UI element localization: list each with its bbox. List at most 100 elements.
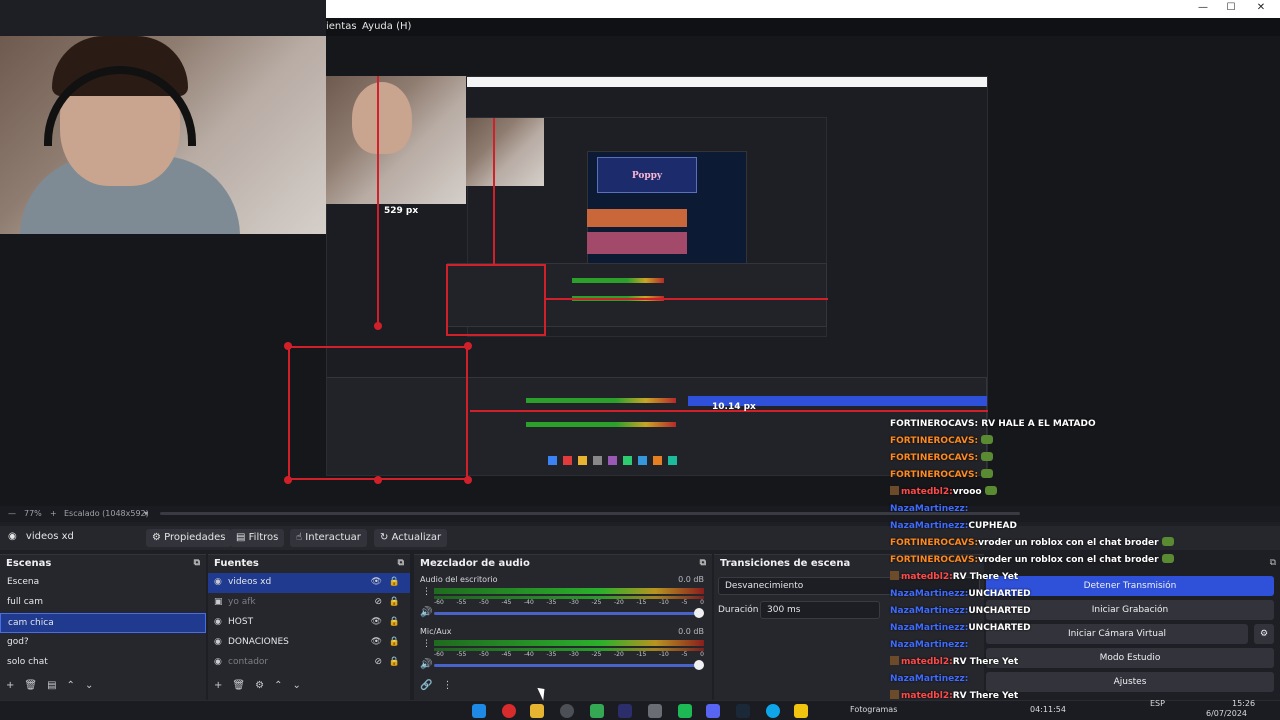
more-icon[interactable]: ⋮ <box>422 639 431 649</box>
meter-ticks: -60 -55 -50 -45 -40 -35 -30 -25 -20 -15 -10 -5 0 <box>434 651 704 658</box>
scene-item[interactable]: cam chica <box>0 613 206 633</box>
trash-icon[interactable]: 🗑 <box>232 680 245 694</box>
app-green-icon[interactable] <box>678 704 692 718</box>
emote-icon <box>984 486 997 495</box>
discord-icon[interactable] <box>706 704 720 718</box>
scene-item[interactable]: full cam <box>0 593 206 613</box>
clock-date[interactable]: 6/07/2024 <box>1206 709 1247 718</box>
filters-button[interactable]: ▤ Filtros <box>230 529 285 547</box>
more-icon[interactable]: ⋮ <box>442 680 452 694</box>
app-yellow-icon[interactable] <box>794 704 808 718</box>
lock-icon[interactable]: 🔒 <box>389 657 400 667</box>
properties-button[interactable]: ⚙ Propiedades <box>146 529 232 547</box>
scene-item[interactable]: solo chat <box>0 653 206 673</box>
obs-icon[interactable] <box>560 704 574 718</box>
float-icon[interactable]: ⧉ <box>1270 558 1276 568</box>
chevron-down-icon[interactable]: ▾ <box>144 509 148 518</box>
webcam-feed <box>0 36 326 234</box>
app-icon[interactable] <box>648 704 662 718</box>
lock-icon[interactable]: 🔒 <box>389 637 400 647</box>
eye-icon[interactable]: 👁 <box>371 577 382 587</box>
virtual-cam-settings-icon[interactable]: ⚙ <box>1254 624 1274 644</box>
eye-icon[interactable]: 👁 <box>371 617 382 627</box>
channel-db: 0.0 dB <box>678 575 704 584</box>
menu-help[interactable]: Ayuda (H) <box>362 21 411 32</box>
source-label: HOST <box>228 617 254 627</box>
monitor-icon: ◉ <box>214 617 222 627</box>
more-icon[interactable]: ⋮ <box>422 587 431 597</box>
transform-handle[interactable] <box>464 476 472 484</box>
thumbnail-strip <box>587 232 687 254</box>
lock-icon[interactable]: 🔒 <box>389 617 400 627</box>
speaker-icon[interactable]: 🔊 <box>420 659 432 670</box>
eye-icon[interactable]: 👁 <box>371 637 382 647</box>
duration-label: Duración <box>718 605 759 615</box>
chat-username: matedbl2: <box>901 657 953 667</box>
filter-icon[interactable]: ▤ <box>47 680 56 694</box>
edge-icon[interactable] <box>766 704 780 718</box>
windows-start-icon[interactable] <box>472 704 486 718</box>
eye-hidden-icon[interactable]: ⊘ <box>374 657 382 667</box>
volume-slider[interactable] <box>434 660 704 670</box>
scale-label[interactable]: Escalado (1048x592) <box>64 509 149 518</box>
eye-hidden-icon[interactable]: ⊘ <box>374 597 382 607</box>
source-label: contador <box>228 657 269 667</box>
folder-icon[interactable] <box>530 704 544 718</box>
maximize-icon[interactable]: ☐ <box>1224 2 1238 14</box>
arrow-up-icon[interactable]: ⌃ <box>67 680 75 694</box>
clock-time[interactable]: 15:26 <box>1232 699 1255 708</box>
lock-icon[interactable]: 🔒 <box>389 577 400 587</box>
chat-message: FORTINEROCAVS:vroder un roblox con el ch… <box>890 552 1174 569</box>
add-icon[interactable]: + <box>214 680 222 694</box>
chat-message: NazaMartinezz:UNCHARTED <box>890 586 1174 603</box>
interact-button[interactable]: ☝ Interactuar <box>290 529 367 547</box>
source-item[interactable]: ▣ yo afk ⊘ 🔒 <box>208 593 410 613</box>
float-icon[interactable]: ⧉ <box>398 558 404 568</box>
arrow-down-icon[interactable]: ⌄ <box>292 680 300 694</box>
source-item[interactable]: ◉ contador ⊘ 🔒 <box>208 653 410 673</box>
chat-message: NazaMartinezz:UNCHARTED <box>890 620 1174 637</box>
source-label: videos xd <box>228 577 272 587</box>
plus-icon[interactable]: + <box>50 509 57 518</box>
minus-icon[interactable]: — <box>8 509 16 518</box>
transform-handle[interactable] <box>284 476 292 484</box>
add-icon[interactable]: + <box>6 680 14 694</box>
float-icon[interactable]: ⧉ <box>194 558 200 568</box>
transform-handle[interactable] <box>374 322 382 330</box>
meter-ticks: -60 -55 -50 -45 -40 -35 -30 -25 -20 -15 -10 -5 0 <box>434 599 704 606</box>
volume-slider[interactable] <box>434 608 704 618</box>
guide-line-vertical <box>377 76 379 326</box>
emote-icon <box>981 469 994 478</box>
minimize-icon[interactable]: — <box>1196 2 1210 14</box>
refresh-button[interactable]: ↻ Actualizar <box>374 529 448 547</box>
close-icon[interactable]: ✕ <box>1254 2 1268 14</box>
gear-icon[interactable]: ⚙ <box>255 680 264 694</box>
arrow-up-icon[interactable]: ⌃ <box>274 680 282 694</box>
source-item[interactable]: ◉ HOST 👁 🔒 <box>208 613 410 633</box>
scene-item[interactable]: god? <box>0 633 206 653</box>
source-item[interactable]: ◉ videos xd 👁 🔒 <box>208 573 410 593</box>
lock-icon[interactable]: 🔒 <box>389 597 400 607</box>
premiere-icon[interactable] <box>618 704 632 718</box>
source-item[interactable]: ◉ DONACIONES 👁 🔒 <box>208 633 410 653</box>
link-icon[interactable]: 🔗 <box>420 680 432 694</box>
drive-icon[interactable] <box>590 704 604 718</box>
transform-handle[interactable] <box>284 342 292 350</box>
arrow-down-icon[interactable]: ⌄ <box>85 680 93 694</box>
tick-label: -10 <box>659 651 669 658</box>
transform-handle[interactable] <box>374 476 382 484</box>
menu-tools[interactable]: ientas <box>326 21 357 32</box>
duration-input[interactable]: 300 ms <box>760 601 880 619</box>
opera-icon[interactable] <box>502 704 516 718</box>
tick-label: -30 <box>569 651 579 658</box>
float-icon[interactable]: ⧉ <box>700 558 706 568</box>
speaker-icon[interactable]: 🔊 <box>420 607 432 618</box>
slider-knob[interactable] <box>694 608 704 618</box>
selection-box[interactable] <box>288 346 468 480</box>
slider-knob[interactable] <box>694 660 704 670</box>
scene-item[interactable]: Escena <box>0 573 206 593</box>
transform-handle[interactable] <box>464 342 472 350</box>
steam-icon[interactable] <box>736 704 750 718</box>
trash-icon[interactable]: 🗑 <box>24 680 37 694</box>
language-indicator[interactable]: ESP <box>1150 699 1165 708</box>
